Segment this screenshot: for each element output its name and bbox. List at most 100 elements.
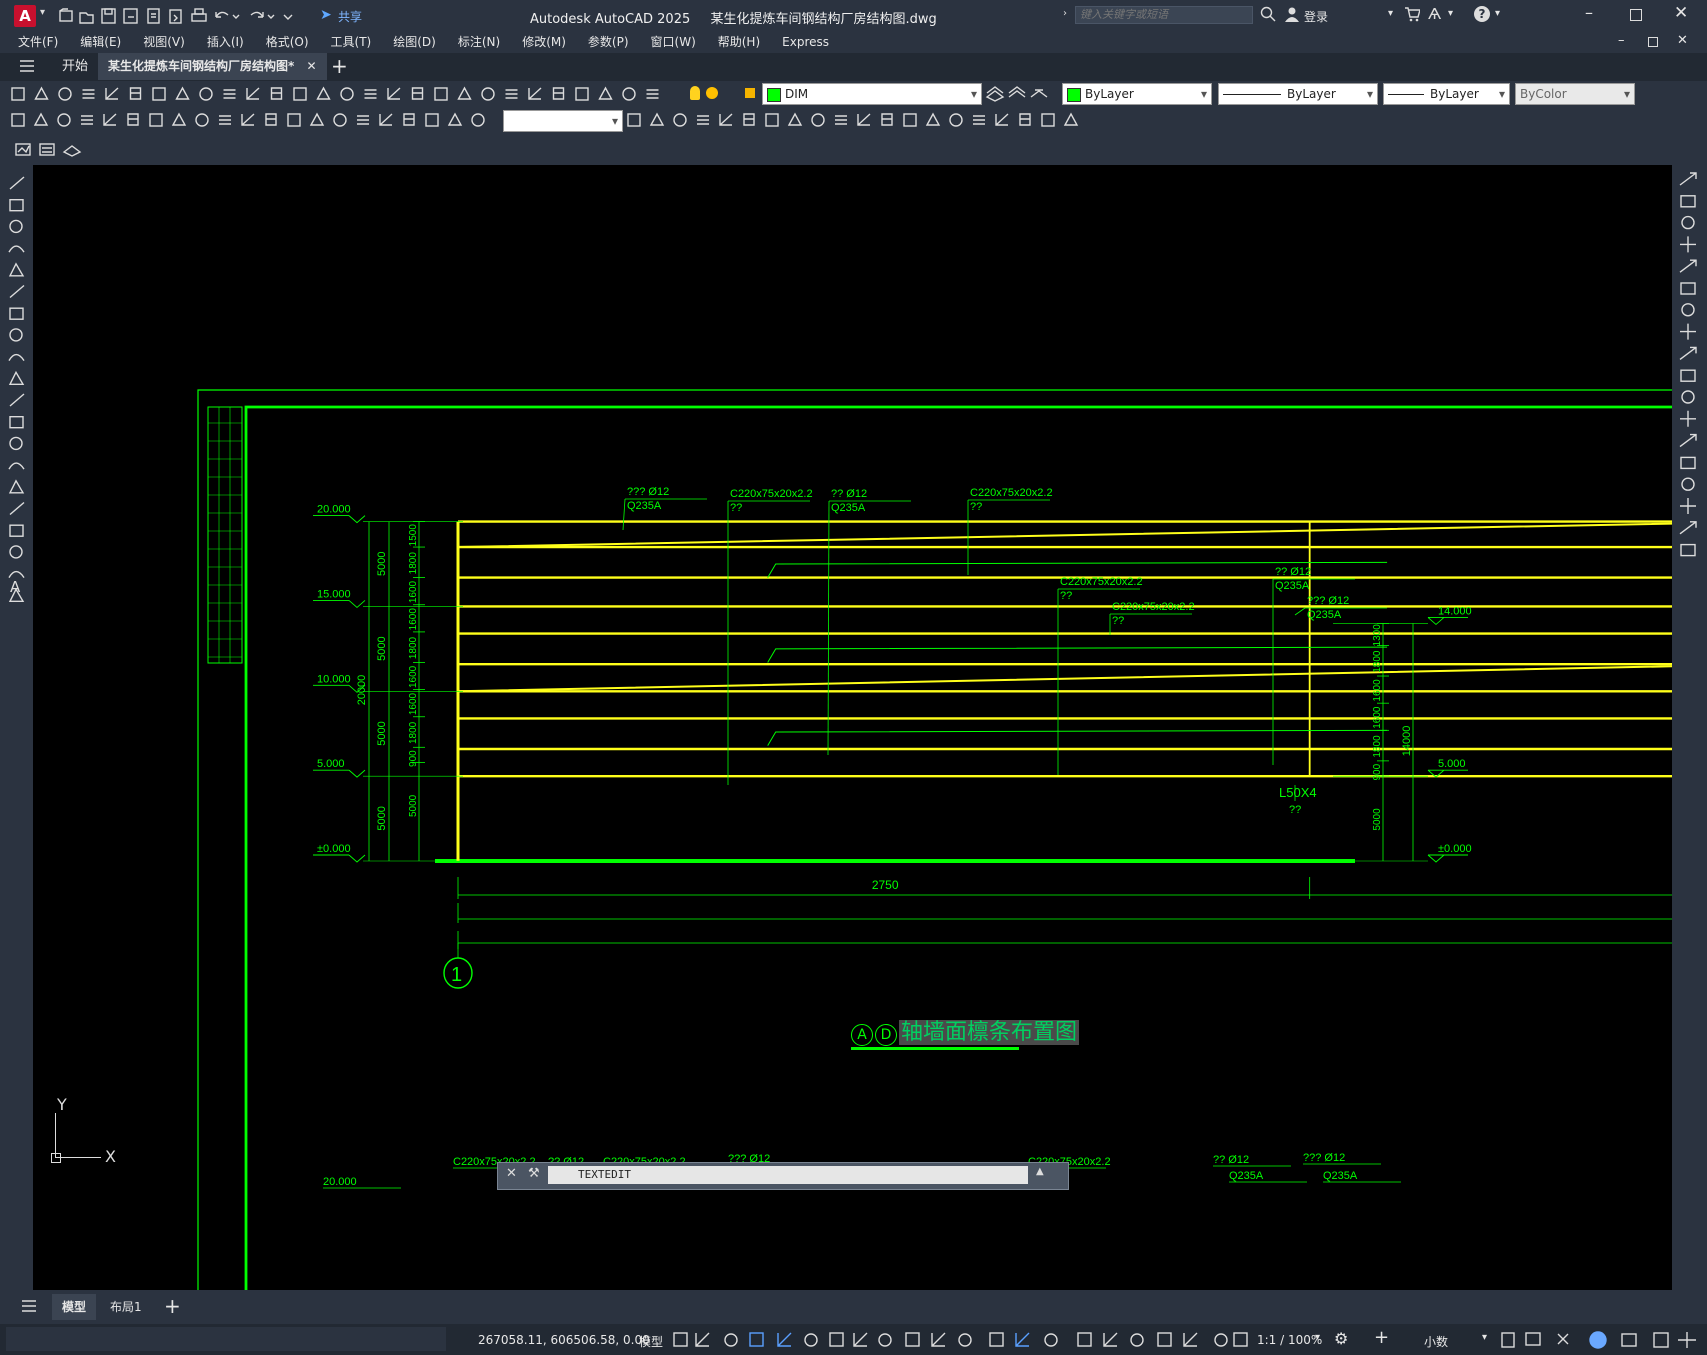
status-toggle-icons[interactable] [672, 1330, 1252, 1350]
command-wrench-icon[interactable]: ⚒ [528, 1166, 540, 1181]
apps-dropdown-icon[interactable]: ▾ [1448, 8, 1453, 19]
dimstyle-dropdown[interactable]: ▾ [503, 110, 623, 132]
left-inner-dimension: 1800 [408, 552, 419, 575]
layer-dropdown[interactable]: DIM ▾ [762, 83, 982, 105]
left-elevation: 5.000 [317, 758, 345, 770]
share-button[interactable]: 共享 [338, 8, 362, 25]
menu-tools[interactable]: 工具(T) [320, 31, 383, 53]
right-total-dimension: 14000 [1401, 726, 1413, 757]
plotstyle-dropdown[interactable]: ByColor ▾ [1515, 83, 1635, 105]
left-inner-dimension: 1500 [408, 524, 419, 547]
command-line[interactable]: ✕ ⚒ TEXTEDIT ▲ [497, 1162, 1069, 1190]
autodesk-apps-icon[interactable]: Ѧ [1428, 5, 1441, 23]
minimize-window-icon[interactable]: – [1585, 3, 1593, 22]
cart-icon[interactable] [1404, 6, 1421, 26]
menu-draw[interactable]: 绘图(D) [382, 31, 447, 53]
login-button[interactable]: 登录 [1304, 8, 1328, 25]
text-tool-icon: A [10, 578, 21, 596]
drawing-title-text: 轴墙面檩条布置图 [899, 1020, 1080, 1045]
standard-toolbar-icons[interactable] [10, 85, 675, 103]
tab-start[interactable]: 开始 [52, 53, 98, 80]
left-outer-dimension: 5000 [376, 636, 388, 660]
layer-tools-icons[interactable] [985, 85, 1055, 103]
menu-format[interactable]: 格式(O) [255, 31, 320, 53]
right-elevation: 5.000 [1438, 758, 1466, 770]
modify-toolbar-icons[interactable] [626, 111, 1136, 129]
doc-minimize-icon[interactable]: – [1618, 33, 1625, 48]
annotation-scale[interactable]: 1:1 / 100% [1257, 1333, 1322, 1347]
left-inner-dimension: 1600 [408, 580, 419, 603]
menu-window[interactable]: 窗口(W) [640, 31, 707, 53]
app-menu-chevron-icon[interactable]: ▾ [40, 7, 45, 18]
menu-view[interactable]: 视图(V) [132, 31, 196, 53]
layout-menu-icon[interactable] [20, 1298, 38, 1318]
menu-help[interactable]: 帮助(H) [707, 31, 771, 53]
search-expand-icon[interactable]: › [1063, 8, 1067, 19]
menu-file[interactable]: 文件(F) [7, 31, 69, 53]
lineweight-dropdown[interactable]: ByLayer ▾ [1383, 83, 1510, 105]
drawing-title[interactable]: A D 轴墙面檩条布置图 [851, 1014, 1080, 1050]
right-dimension: 5000 [1372, 808, 1383, 831]
layer-lightbulb-icon[interactable] [690, 86, 700, 100]
file-title: 某生化提炼车间钢结构厂房结构图.dwg [710, 12, 937, 27]
plus-icon[interactable]: + [1374, 1327, 1389, 1348]
scale-dropdown-icon[interactable]: ▾ [1315, 1332, 1320, 1343]
menu-insert[interactable]: 插入(I) [196, 31, 255, 53]
linetype-value: ByLayer [1287, 87, 1336, 101]
purlin-label: ?? [970, 501, 982, 513]
tab-model[interactable]: 模型 [52, 1294, 97, 1320]
app-logo[interactable]: A [14, 5, 36, 27]
plotstyle-value: ByColor [1520, 87, 1567, 101]
menu-dimension[interactable]: 标注(N) [447, 31, 511, 53]
rod-label: ?? Ø12 [831, 488, 867, 500]
layer-lock-icon[interactable] [745, 88, 755, 98]
add-layout-icon[interactable]: + [164, 1294, 181, 1318]
quick-access-icons[interactable] [58, 7, 308, 25]
doc-restore-icon[interactable] [1648, 37, 1658, 47]
model-space-toggle[interactable]: 模型 [639, 1333, 663, 1350]
close-tab-icon[interactable]: ✕ [306, 59, 316, 73]
extra-toolbar-icons[interactable] [14, 140, 84, 158]
menu-express[interactable]: Express [771, 31, 840, 53]
purlin-label: C220x75x20x2.2 [970, 487, 1053, 499]
draw-toolbar-icons[interactable]: A [0, 165, 33, 625]
login-dropdown-icon[interactable]: ▾ [1388, 8, 1393, 19]
drawing-canvas[interactable]: 2750300027502750300027502750300027502750… [33, 165, 1672, 1290]
user-icon[interactable] [1284, 6, 1300, 26]
close-window-icon[interactable]: ✕ [1674, 3, 1688, 23]
menu-edit[interactable]: 编辑(E) [69, 31, 132, 53]
axis-bubble-a: A [851, 1024, 873, 1046]
color-dropdown[interactable]: ByLayer ▾ [1062, 83, 1212, 105]
layer-sun-icon[interactable] [706, 87, 718, 99]
drawing-svg[interactable]: 2750300027502750300027502750300027502750… [33, 165, 1672, 1290]
search-icon[interactable] [1260, 6, 1276, 26]
dimension-toolbar-icons[interactable] [10, 111, 500, 129]
tab-drawing-active[interactable]: 某生化提炼车间钢结构厂房结构图* ✕ [98, 53, 327, 80]
tab-drawing-label: 某生化提炼车间钢结构厂房结构图* [108, 59, 295, 73]
new-tab-icon[interactable]: + [331, 54, 348, 78]
command-history-icon[interactable]: ▲ [1036, 1166, 1044, 1177]
hamburger-menu-icon[interactable] [18, 58, 36, 78]
coordinates-readout[interactable]: 267058.11, 606506.58, 0.00 [478, 1333, 650, 1347]
menu-modify[interactable]: 修改(M) [511, 31, 577, 53]
axis-number: 1 [451, 964, 462, 986]
menu-parametric[interactable]: 参数(P) [577, 31, 640, 53]
settings-gear-icon[interactable]: ⚙ [1334, 1329, 1348, 1348]
chevron-down-icon: ▾ [970, 87, 977, 101]
maximize-window-icon[interactable] [1630, 9, 1642, 21]
modify-side-icons[interactable] [1672, 165, 1707, 585]
share-icon[interactable]: ➤ [320, 7, 332, 23]
search-input[interactable] [1075, 6, 1253, 24]
left-inner-dimension: 1600 [408, 665, 419, 688]
tab-layout1[interactable]: 布局1 [100, 1294, 152, 1320]
layer-name: DIM [785, 87, 809, 101]
layer-color-swatch [767, 87, 781, 102]
linetype-dropdown[interactable]: ByLayer ▾ [1218, 83, 1378, 105]
command-close-icon[interactable]: ✕ [506, 1166, 517, 1181]
units-selector[interactable]: 小数 [1424, 1333, 1448, 1350]
units-dropdown-icon[interactable]: ▾ [1482, 1332, 1487, 1343]
doc-close-icon[interactable]: ✕ [1677, 33, 1688, 48]
help-icon[interactable]: ? [1474, 6, 1490, 22]
help-dropdown-icon[interactable]: ▾ [1495, 8, 1500, 19]
status-right-icons[interactable] [1498, 1330, 1703, 1350]
